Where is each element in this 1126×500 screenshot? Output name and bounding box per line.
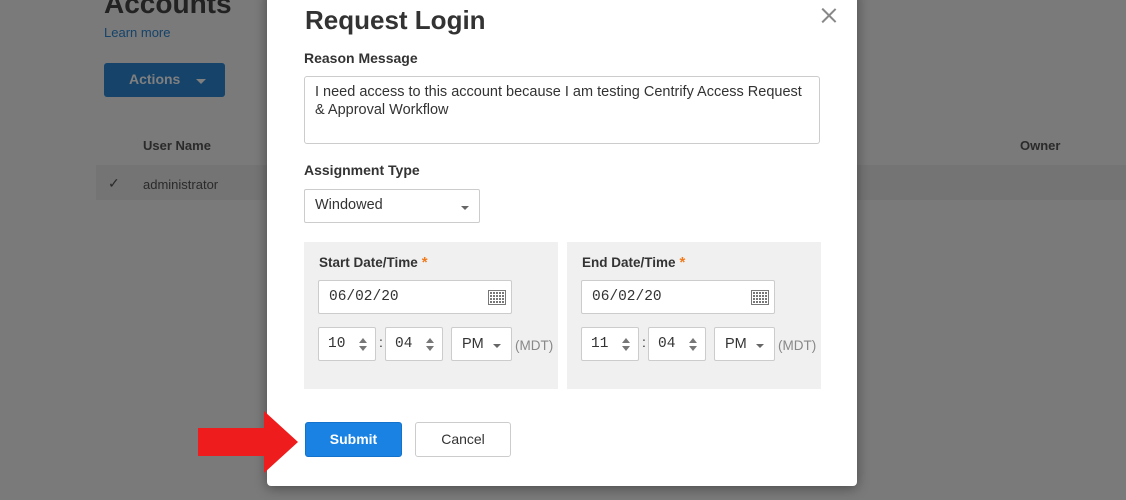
end-label-text: End Date/Time xyxy=(582,255,676,270)
submit-button[interactable]: Submit xyxy=(305,422,402,457)
stepper-arrows-icon[interactable] xyxy=(426,338,434,352)
time-separator: : xyxy=(642,334,646,350)
start-date-value: 06/02/20 xyxy=(329,289,399,305)
start-ampm-value: PM xyxy=(462,336,484,352)
assignment-type-select[interactable]: Windowed xyxy=(304,189,480,223)
start-hour-value: 10 xyxy=(328,336,346,352)
reason-message-input[interactable]: I need access to this account because I … xyxy=(304,76,820,144)
end-date-input[interactable]: 06/02/20 xyxy=(581,280,775,314)
chevron-down-icon xyxy=(756,344,764,348)
end-timezone: (MDT) xyxy=(778,338,817,353)
red-arrow-icon xyxy=(198,411,298,473)
assignment-type-label: Assignment Type xyxy=(304,162,420,178)
end-ampm-select[interactable]: PM xyxy=(714,327,775,361)
end-hour-value: 11 xyxy=(591,336,609,352)
start-minute-stepper[interactable]: 04 xyxy=(385,327,443,361)
end-datetime-label: End Date/Time * xyxy=(582,254,685,271)
dialog-title: Request Login xyxy=(305,5,486,35)
calendar-icon[interactable] xyxy=(488,290,506,305)
required-star: * xyxy=(679,254,686,271)
reason-message-label: Reason Message xyxy=(304,50,418,66)
end-minute-stepper[interactable]: 04 xyxy=(648,327,706,361)
start-datetime-label: Start Date/Time * xyxy=(319,254,428,271)
calendar-icon[interactable] xyxy=(751,290,769,305)
end-datetime-panel: End Date/Time * 06/02/20 11 : 04 PM (MDT… xyxy=(567,242,821,389)
cancel-button[interactable]: Cancel xyxy=(415,422,511,457)
start-hour-stepper[interactable]: 10 xyxy=(318,327,376,361)
time-separator: : xyxy=(379,334,383,350)
start-datetime-panel: Start Date/Time * 06/02/20 10 : 04 PM (M… xyxy=(304,242,558,389)
close-icon[interactable] xyxy=(820,6,838,24)
stepper-arrows-icon[interactable] xyxy=(689,338,697,352)
end-ampm-value: PM xyxy=(725,336,747,352)
end-date-value: 06/02/20 xyxy=(592,289,662,305)
start-ampm-select[interactable]: PM xyxy=(451,327,512,361)
start-minute-value: 04 xyxy=(395,336,413,352)
start-label-text: Start Date/Time xyxy=(319,255,418,270)
request-login-dialog: Request Login Reason Message I need acce… xyxy=(267,0,857,486)
end-minute-value: 04 xyxy=(658,336,676,352)
required-star: * xyxy=(421,254,428,271)
assignment-type-value: Windowed xyxy=(315,197,383,213)
chevron-down-icon xyxy=(493,344,501,348)
start-timezone: (MDT) xyxy=(515,338,554,353)
chevron-down-icon xyxy=(461,206,469,210)
end-hour-stepper[interactable]: 11 xyxy=(581,327,639,361)
stepper-arrows-icon[interactable] xyxy=(622,338,630,352)
stepper-arrows-icon[interactable] xyxy=(359,338,367,352)
start-date-input[interactable]: 06/02/20 xyxy=(318,280,512,314)
